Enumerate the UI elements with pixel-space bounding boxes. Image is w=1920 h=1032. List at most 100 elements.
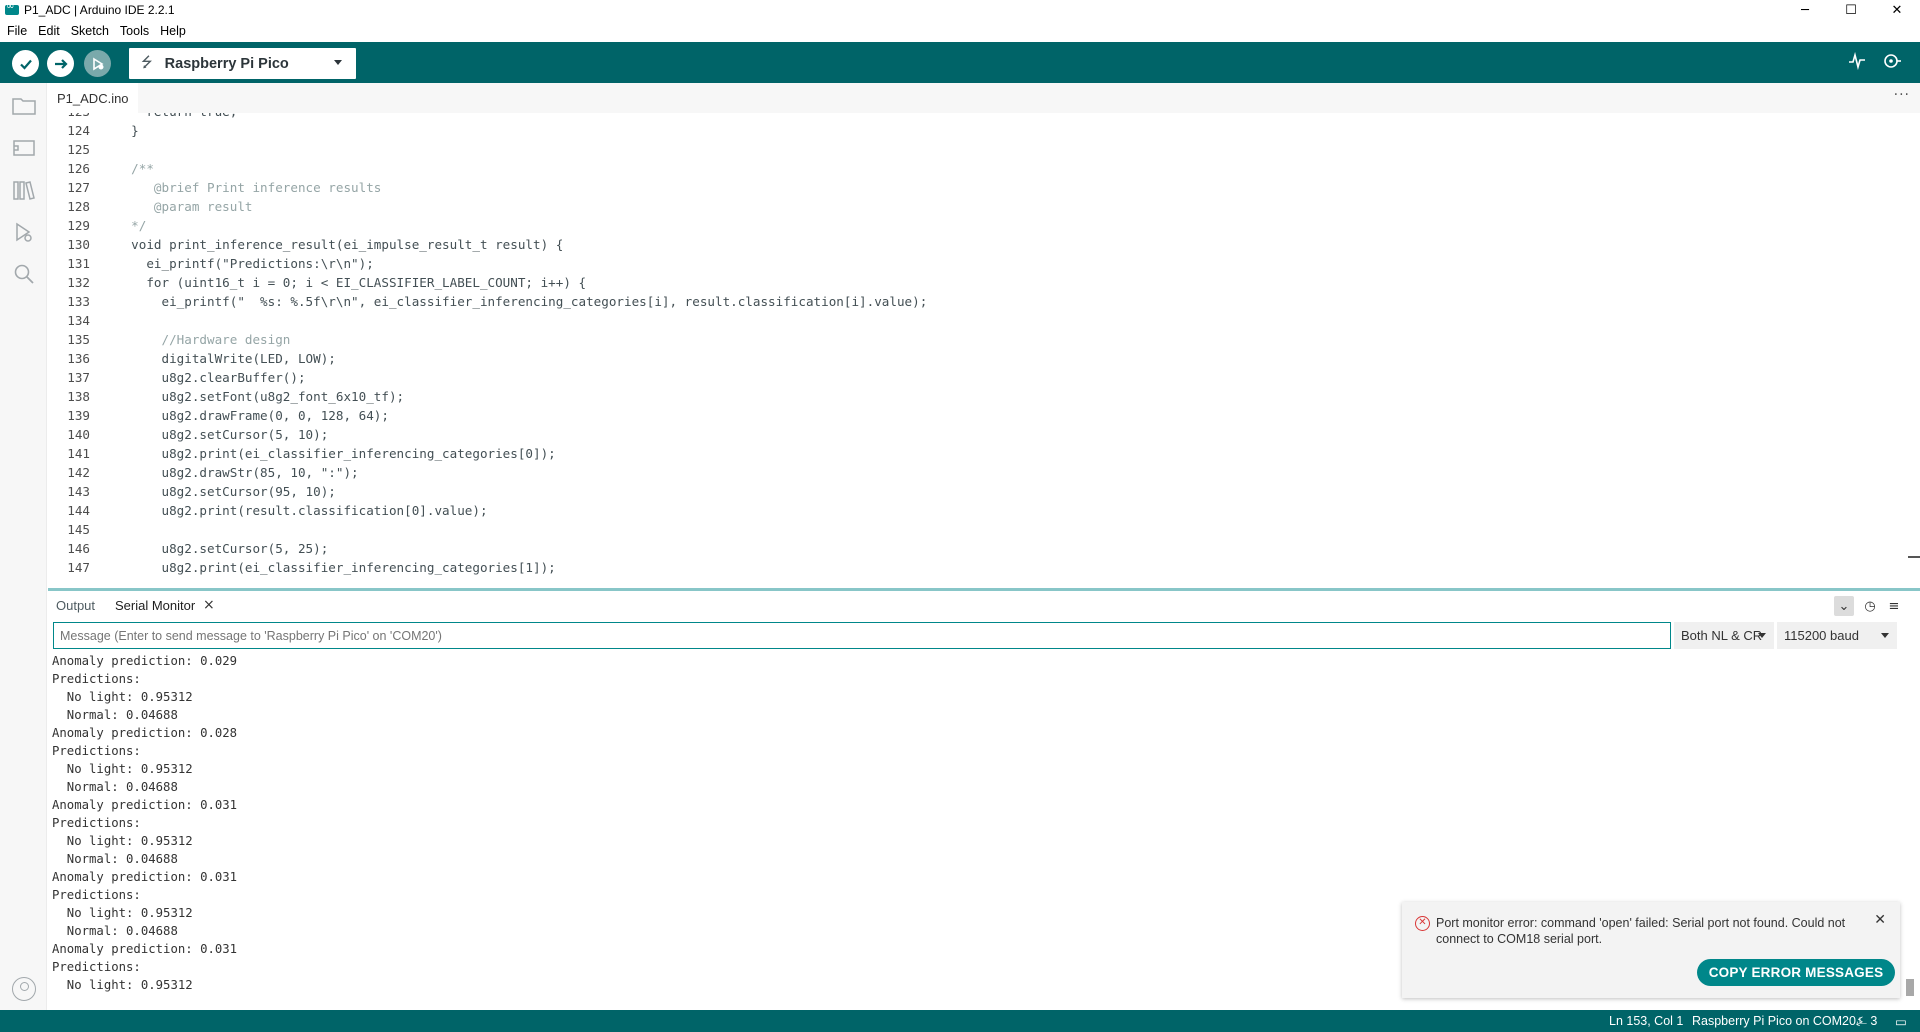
code-text: }: [116, 123, 139, 138]
code-editor[interactable]: 123 return true;124 }125126 /**127 @brie…: [48, 113, 1920, 588]
board-selector[interactable]: ⭍ Raspberry Pi Pico: [129, 48, 356, 79]
line-number: 123: [48, 113, 90, 121]
code-line[interactable]: 139 u8g2.drawFrame(0, 0, 128, 64);: [48, 406, 1920, 425]
copy-error-messages-button[interactable]: COPY ERROR MESSAGES: [1697, 959, 1895, 986]
window-controls: ─ ☐ ✕: [1782, 0, 1920, 20]
code-line[interactable]: 129 */: [48, 216, 1920, 235]
output-line: Anomaly prediction: 0.031: [52, 798, 238, 812]
timestamp-icon[interactable]: ◷: [1860, 596, 1880, 616]
library-manager-icon[interactable]: [11, 177, 37, 203]
close-icon[interactable]: ×: [203, 597, 215, 613]
code-text: u8g2.setCursor(95, 10);: [116, 484, 336, 499]
output-line: Normal: 0.04688: [52, 852, 178, 866]
debug-panel-icon[interactable]: [11, 219, 37, 245]
arduino-ide-window: P1_ADC | Arduino IDE 2.2.1 ─ ☐ ✕ File Ed…: [0, 0, 1920, 1032]
code-line[interactable]: 137 u8g2.clearBuffer();: [48, 368, 1920, 387]
code-line[interactable]: 136 digitalWrite(LED, LOW);: [48, 349, 1920, 368]
code-line[interactable]: 128 @param result: [48, 197, 1920, 216]
line-number: 147: [67, 560, 90, 575]
code-line[interactable]: 132 for (uint16_t i = 0; i < EI_CLASSIFI…: [48, 273, 1920, 292]
debug-button[interactable]: [84, 50, 111, 77]
menu-edit[interactable]: Edit: [38, 24, 60, 38]
output-line: Anomaly prediction: 0.029: [52, 654, 238, 668]
line-number: 126: [67, 161, 90, 176]
verify-button[interactable]: [12, 50, 39, 77]
code-text: return true;: [116, 113, 237, 121]
serial-monitor-icon[interactable]: [1882, 52, 1902, 75]
code-line[interactable]: 135 //Hardware design: [48, 330, 1920, 349]
code-text: @brief Print inference results: [116, 180, 382, 195]
output-scrollbar[interactable]: [1906, 979, 1914, 996]
code-text: digitalWrite(LED, LOW);: [116, 351, 336, 366]
code-line[interactable]: 123 return true;: [48, 113, 1920, 121]
boards-manager-icon[interactable]: [11, 135, 37, 161]
autoscroll-icon[interactable]: ⌄: [1834, 596, 1854, 616]
output-line: Anomaly prediction: 0.031: [52, 870, 238, 884]
menu-file[interactable]: File: [7, 24, 27, 38]
output-line: Normal: 0.04688: [52, 780, 178, 794]
tab-serial-monitor[interactable]: Serial Monitor: [115, 598, 195, 613]
code-line[interactable]: 133 ei_printf(" %s: %.5f\r\n", ei_classi…: [48, 292, 1920, 311]
search-icon[interactable]: [11, 261, 37, 287]
maximize-button[interactable]: ☐: [1828, 0, 1874, 20]
close-window-button[interactable]: ✕: [1874, 0, 1920, 20]
close-icon[interactable]: ✕: [1874, 912, 1886, 928]
code-line[interactable]: 147 u8g2.print(ei_classifier_inferencing…: [48, 558, 1920, 577]
tab-output[interactable]: Output: [56, 598, 95, 613]
tab-p1-adc[interactable]: P1_ADC.ino: [48, 83, 138, 113]
board-port-status[interactable]: Raspberry Pi Pico on COM20: [1692, 1014, 1856, 1028]
code-line[interactable]: 143 u8g2.setCursor(95, 10);: [48, 482, 1920, 501]
more-options-icon[interactable]: ···: [1894, 87, 1910, 103]
clear-output-icon[interactable]: ≡: [1884, 596, 1904, 616]
code-line[interactable]: 124 }: [48, 121, 1920, 140]
editor-tab-strip: P1_ADC.ino ···: [48, 83, 1920, 113]
line-number: 133: [67, 294, 90, 309]
menu-help[interactable]: Help: [160, 24, 186, 38]
output-panel-icon[interactable]: ▭: [1895, 1014, 1907, 1029]
upload-button[interactable]: [47, 50, 74, 77]
notifications-status[interactable]: ⍼ 3: [1856, 1014, 1877, 1029]
cursor-position[interactable]: Ln 153, Col 1: [1609, 1014, 1683, 1028]
arrow-right-icon: [54, 58, 68, 69]
baud-rate-select[interactable]: 115200 baud: [1777, 622, 1897, 649]
chevron-down-icon: [334, 60, 342, 65]
output-line: No light: 0.95312: [52, 690, 193, 704]
output-line: Normal: 0.04688: [52, 924, 178, 938]
code-line[interactable]: 146 u8g2.setCursor(5, 25);: [48, 539, 1920, 558]
menu-tools[interactable]: Tools: [120, 24, 149, 38]
line-number: 134: [67, 313, 90, 328]
code-line[interactable]: 138 u8g2.setFont(u8g2_font_6x10_tf);: [48, 387, 1920, 406]
bottom-panel-tabs: Output Serial Monitor × ⌄ ◷ ≡: [48, 591, 1920, 620]
error-icon: ✕: [1415, 916, 1430, 931]
code-line[interactable]: 127 @brief Print inference results: [48, 178, 1920, 197]
message-input[interactable]: [53, 622, 1671, 649]
output-line: Predictions:: [52, 744, 141, 758]
output-line: Predictions:: [52, 888, 141, 902]
folder-icon[interactable]: [11, 93, 37, 119]
arduino-logo-icon: [5, 1, 19, 15]
activity-bar: [0, 83, 47, 1010]
line-number: 146: [67, 541, 90, 556]
menu-sketch[interactable]: Sketch: [71, 24, 109, 38]
code-line[interactable]: 130 void print_inference_result(ei_impul…: [48, 235, 1920, 254]
line-number: 128: [67, 199, 90, 214]
code-line[interactable]: 145: [48, 520, 1920, 539]
serial-plotter-icon[interactable]: [1848, 51, 1866, 75]
code-line[interactable]: 142 u8g2.drawStr(85, 10, ":");: [48, 463, 1920, 482]
code-line[interactable]: 125: [48, 140, 1920, 159]
line-ending-select[interactable]: Both NL & CR: [1674, 622, 1774, 649]
code-line[interactable]: 144 u8g2.print(result.classification[0].…: [48, 501, 1920, 520]
debug-icon: [92, 57, 104, 70]
window-title: P1_ADC | Arduino IDE 2.2.1: [24, 3, 175, 17]
line-number: 137: [67, 370, 90, 385]
code-line[interactable]: 134: [48, 311, 1920, 330]
output-line: Predictions:: [52, 672, 141, 686]
profile-icon[interactable]: [12, 977, 36, 1001]
line-number: 127: [67, 180, 90, 195]
code-line[interactable]: 141 u8g2.print(ei_classifier_inferencing…: [48, 444, 1920, 463]
minimize-button[interactable]: ─: [1782, 0, 1828, 20]
code-text: u8g2.print(result.classification[0].valu…: [116, 503, 488, 518]
code-line[interactable]: 126 /**: [48, 159, 1920, 178]
code-line[interactable]: 140 u8g2.setCursor(5, 10);: [48, 425, 1920, 444]
code-line[interactable]: 131 ei_printf("Predictions:\r\n");: [48, 254, 1920, 273]
